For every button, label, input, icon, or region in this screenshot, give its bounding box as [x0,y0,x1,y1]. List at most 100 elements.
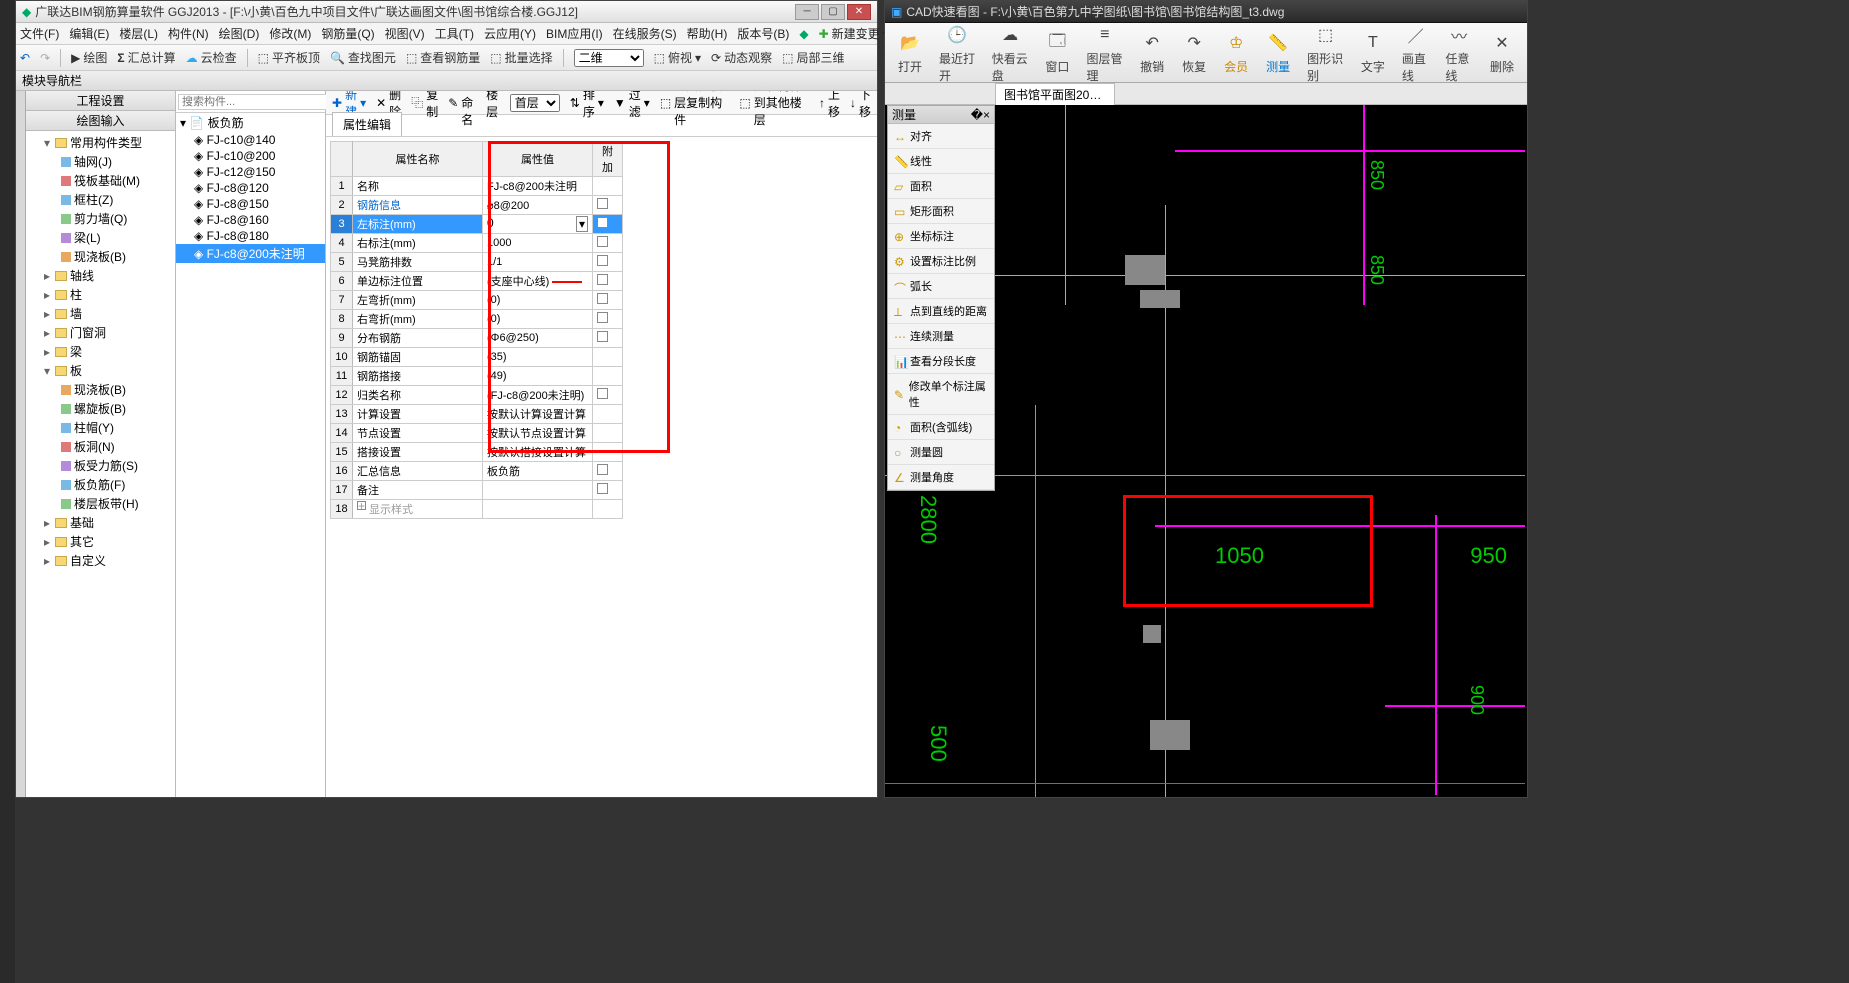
tb-batch-select[interactable]: ⬚ 批量选择 [490,49,552,66]
cad-tb-删除[interactable]: ✕删除 [1481,28,1523,77]
cad-tb-文字[interactable]: T文字 [1352,28,1394,77]
tree-item[interactable]: 现浇板(B) [28,247,173,266]
tree-item[interactable]: 现浇板(B) [28,380,173,399]
tree-item[interactable]: ▾板 [28,361,173,380]
panel-proj-settings[interactable]: 工程设置 [26,91,175,111]
property-table[interactable]: 属性名称 属性值 附加 1名称FJ-c8@200未注明2钢筋信息⌀8@2003左… [330,141,623,519]
prop-row[interactable]: 4右标注(mm)1000 [331,234,623,253]
tree-item[interactable]: ▸自定义 [28,551,173,570]
measure-item[interactable]: ⟂点到直线的距离 [888,299,994,324]
cad-tb-最近打开[interactable]: 🕒最近打开 [931,20,984,86]
measure-item[interactable]: ⋯连续测量 [888,324,994,349]
measure-item[interactable]: ⊕坐标标注 [888,224,994,249]
measure-item[interactable]: ✎修改单个标注属性 [888,374,994,415]
tree-item[interactable]: ▾常用构件类型 [28,133,173,152]
cad-tb-打开[interactable]: 📂打开 [889,28,931,77]
tree-item[interactable]: 筏板基础(M) [28,171,173,190]
tree-item[interactable]: 柱帽(Y) [28,418,173,437]
tb-local3d[interactable]: ⬚ 局部三维 [782,49,844,66]
tree-item[interactable]: ▸轴线 [28,266,173,285]
tree-item[interactable]: 板受力筋(S) [28,456,173,475]
menu-item[interactable]: 修改(M) [269,25,311,42]
menu-item[interactable]: 帮助(H) [687,25,728,42]
menu-item[interactable]: 在线服务(S) [613,25,677,42]
tb-undo[interactable]: ↶ [20,51,30,65]
tree-item[interactable]: 板洞(N) [28,437,173,456]
cad-tab[interactable]: 图书馆平面图2017.11… × [995,83,1115,105]
menu-item[interactable]: BIM应用(I) [546,25,603,42]
list-header[interactable]: ▾ 📄 板负筋 [176,113,325,132]
measure-item[interactable]: ∠测量角度 [888,465,994,490]
cad-tb-测量[interactable]: 📏测量 [1257,28,1299,77]
list-item[interactable]: ◈ FJ-c8@150 [176,196,325,212]
tree-item[interactable]: 剪力墙(Q) [28,209,173,228]
tb-dynamic[interactable]: ⟳ 动态观察 [711,49,772,66]
tree-item[interactable]: ▸梁 [28,342,173,361]
prop-row[interactable]: 3左标注(mm) ▾ [331,215,623,234]
tree-item[interactable]: 螺旋板(B) [28,399,173,418]
tb-sum[interactable]: Σ 汇总计算 [117,49,175,66]
cad-tb-会员[interactable]: ♔会员 [1215,28,1257,77]
max-button[interactable]: ▢ [821,4,845,20]
measure-item[interactable]: ⚙设置标注比例 [888,249,994,274]
prop-row[interactable]: 8右弯折(mm)(0) [331,310,623,329]
panel-close-icon[interactable]: �× [971,108,990,122]
measure-item[interactable]: 📏线性 [888,149,994,174]
prop-row[interactable]: 11钢筋搭接(49) [331,367,623,386]
measure-item[interactable]: ○测量圆 [888,440,994,465]
measure-item[interactable]: ◔面积(含弧线) [888,415,994,440]
measure-item[interactable]: ⌒弧长 [888,274,994,299]
list-item[interactable]: ◈ FJ-c8@120 [176,180,325,196]
cad-canvas[interactable]: 测量�× ↔对齐📏线性▱面积▭矩形面积⊕坐标标注⚙设置标注比例⌒弧长⟂点到直线的… [885,105,1527,797]
prop-row[interactable]: 15搭接设置按默认搭接设置计算 [331,443,623,462]
measure-item[interactable]: 📊查看分段长度 [888,349,994,374]
menu-item[interactable]: 云应用(Y) [484,25,536,42]
prop-row[interactable]: 13计算设置按默认计算设置计算 [331,405,623,424]
tree-item[interactable]: ▸柱 [28,285,173,304]
cad-tb-图形识别[interactable]: ⬚图形识别 [1299,20,1352,86]
prop-row[interactable]: 9分布钢筋(Φ6@250) [331,329,623,348]
prop-row[interactable]: 17备注 [331,481,623,500]
tab-property-edit[interactable]: 属性编辑 [332,112,402,136]
new-change-button[interactable]: ✚新建变更 ▾ [819,25,889,42]
tb-cloud-check[interactable]: ☁ 云检查 [186,49,237,66]
tb-flat-top[interactable]: ⬚ 平齐板顶 [258,49,320,66]
cad-tb-任意线[interactable]: 〰任意线 [1437,20,1481,86]
list-item[interactable]: ◈ FJ-c10@200 [176,148,325,164]
list-item[interactable]: ◈ FJ-c8@180 [176,228,325,244]
panel-draw-input[interactable]: 绘图输入 [26,111,175,131]
prop-row[interactable]: 5马凳筋排数1/1 [331,253,623,272]
menu-item[interactable]: 工具(T) [435,25,474,42]
menu-item[interactable]: 编辑(E) [69,25,109,42]
close-button[interactable]: ✕ [847,4,871,20]
menu-item[interactable]: 钢筋量(Q) [321,25,374,42]
prop-row[interactable]: 12归类名称(FJ-c8@200未注明) [331,386,623,405]
measure-item[interactable]: ▱面积 [888,174,994,199]
min-button[interactable]: ─ [795,4,819,20]
prop-row[interactable]: 6单边标注位置(支座中心线) [331,272,623,291]
cad-tb-图层管理[interactable]: ≡图层管理 [1078,20,1131,86]
menu-item[interactable]: 版本号(B) [737,25,789,42]
cad-tb-快看云盘[interactable]: ☁快看云盘 [984,20,1037,86]
menu-item[interactable]: 文件(F) [20,25,59,42]
tb-find[interactable]: 🔍 查找图元 [330,49,396,66]
prop-row[interactable]: 18+显示样式 [331,500,623,519]
menu-item[interactable]: 绘图(D) [219,25,260,42]
cad-tb-恢复[interactable]: ↷恢复 [1173,28,1215,77]
prop-row[interactable]: 10钢筋锚固(35) [331,348,623,367]
list-item[interactable]: ◈ FJ-c8@160 [176,212,325,228]
prop-row[interactable]: 2钢筋信息⌀8@200 [331,196,623,215]
search-input[interactable] [178,94,328,110]
prop-row[interactable]: 16汇总信息板负筋 [331,462,623,481]
menu-item[interactable]: 构件(N) [168,25,209,42]
cad-tb-画直线[interactable]: ／画直线 [1394,20,1438,86]
list-item[interactable]: ◈ FJ-c10@140 [176,132,325,148]
component-tree[interactable]: ▾常用构件类型轴网(J)筏板基础(M)框柱(Z)剪力墙(Q)梁(L)现浇板(B)… [26,131,175,797]
tb-draw[interactable]: ▶ 绘图 [71,49,107,66]
prop-row[interactable]: 7左弯折(mm)(0) [331,291,623,310]
tree-item[interactable]: ▸基础 [28,513,173,532]
tree-item[interactable]: 梁(L) [28,228,173,247]
prop-row[interactable]: 1名称FJ-c8@200未注明 [331,177,623,196]
dim-select[interactable]: 二维 [574,49,644,67]
measure-item[interactable]: ↔对齐 [888,124,994,149]
